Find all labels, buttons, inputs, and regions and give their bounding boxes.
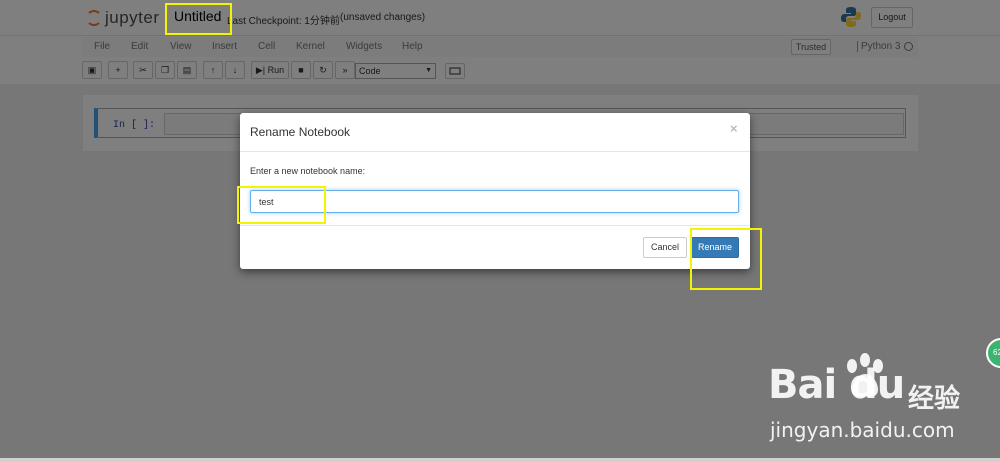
bottom-scrollbar[interactable] [0,458,1000,462]
dialog-title: Rename Notebook [250,125,351,139]
watermark-chinese: 经验 [908,383,961,413]
annotation-box-name-input [237,186,326,224]
watermark-url: jingyan.baidu.com [770,418,955,442]
notebook-name-label: Enter a new notebook name: [250,166,366,176]
annotation-box-rename-button [690,228,762,290]
cancel-button[interactable]: Cancel [643,237,687,258]
dialog-footer-divider [240,225,750,226]
annotation-box-notebook-name [165,3,232,35]
baidu-watermark: Bai du 经验 jingyan.baidu.com [768,352,968,447]
close-icon[interactable]: × [730,121,738,136]
dialog-header-divider [240,151,750,152]
paw-icon [847,353,883,397]
